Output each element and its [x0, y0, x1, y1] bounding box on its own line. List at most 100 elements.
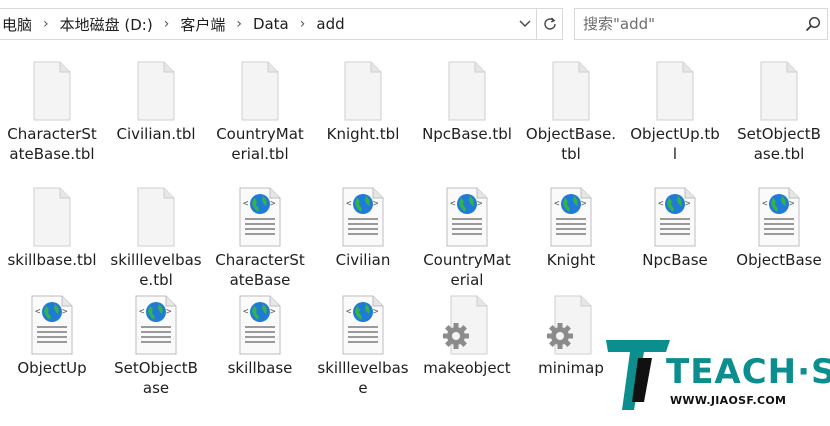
watermark-url: WWW.JIAOSF.COM: [670, 394, 787, 407]
breadcrumb: 电脑 › 本地磁盘 (D:) › 客户端 › Data › add: [0, 9, 514, 39]
file-name: ObjectBase: [736, 251, 822, 269]
svg-text:>: >: [270, 307, 276, 317]
blank-file-icon: [28, 60, 76, 122]
file-item[interactable]: Civilian.tbl: [107, 60, 205, 144]
breadcrumb-client[interactable]: 客户端: [178, 14, 227, 35]
breadcrumb-computer[interactable]: 电脑: [0, 14, 34, 35]
file-name: CharacterStateBase: [215, 251, 305, 289]
blank-file-icon: [339, 60, 387, 122]
file-item[interactable]: < > skillbase: [211, 294, 309, 378]
file-item[interactable]: Knight.tbl: [314, 60, 412, 144]
file-item[interactable]: ObjectBase.tbl: [522, 60, 620, 164]
web-document-icon: < >: [236, 186, 284, 248]
file-name: ObjectUp: [17, 359, 87, 377]
address-history-button[interactable]: [514, 9, 536, 39]
file-name: Civilian: [335, 251, 391, 269]
file-name: CharacterStateBase.tbl: [7, 125, 97, 163]
svg-text:>: >: [373, 307, 379, 317]
file-item[interactable]: < > Knight: [522, 186, 620, 270]
file-name: skillbase: [227, 359, 293, 377]
web-document-icon: < >: [339, 186, 387, 248]
file-item[interactable]: < > skilllevelbase: [314, 294, 412, 398]
blank-file-icon: [547, 60, 595, 122]
file-item[interactable]: CountryMaterial.tbl: [211, 60, 309, 164]
chevron-down-icon: [519, 20, 531, 27]
web-document-icon: < >: [132, 294, 180, 356]
web-document-icon: < >: [339, 294, 387, 356]
breadcrumb-data[interactable]: Data: [251, 15, 291, 33]
file-item[interactable]: ObjectUp.tbl: [626, 60, 724, 164]
chevron-right-icon[interactable]: ›: [227, 16, 251, 32]
blank-file-icon: [132, 60, 180, 122]
file-item[interactable]: skilllevelbase.tbl: [107, 186, 205, 290]
breadcrumb-add[interactable]: add: [314, 15, 346, 33]
svg-text:<: <: [554, 199, 560, 209]
file-item[interactable]: < > CharacterStateBase: [211, 186, 309, 290]
file-name: ObjectBase.tbl: [525, 125, 617, 163]
file-name: NpcBase.tbl: [422, 125, 512, 143]
file-name: CountryMaterial.tbl: [216, 125, 304, 163]
blank-file-icon: [132, 186, 180, 248]
file-item[interactable]: < > SetObjectBase: [107, 294, 205, 398]
file-name: skillbase.tbl: [7, 251, 97, 269]
svg-text:<: <: [139, 307, 145, 317]
address-bar[interactable]: 电脑 › 本地磁盘 (D:) › 客户端 › Data › add: [0, 8, 563, 40]
file-item[interactable]: CharacterStateBase.tbl: [3, 60, 101, 164]
svg-text:>: >: [62, 307, 68, 317]
web-document-icon: < >: [236, 294, 284, 356]
svg-text:<: <: [243, 199, 249, 209]
file-name: skilllevelbase: [317, 359, 409, 397]
chevron-right-icon[interactable]: ›: [34, 16, 58, 32]
file-item[interactable]: < > ObjectUp: [3, 294, 101, 378]
file-item[interactable]: SetObjectBase.tbl: [730, 60, 828, 164]
file-name: CountryMaterial: [423, 251, 511, 289]
file-item[interactable]: makeobject: [418, 294, 516, 378]
file-item[interactable]: < > Civilian: [314, 186, 412, 270]
refresh-button[interactable]: [536, 9, 562, 39]
svg-text:<: <: [346, 307, 352, 317]
breadcrumb-drive-d[interactable]: 本地磁盘 (D:): [58, 14, 155, 35]
svg-text:>: >: [166, 307, 172, 317]
chevron-right-icon[interactable]: ›: [291, 16, 315, 32]
blank-file-icon: [443, 60, 491, 122]
web-document-icon: < >: [755, 186, 803, 248]
svg-text:<: <: [658, 199, 664, 209]
file-name: Civilian.tbl: [116, 125, 196, 143]
web-document-icon: < >: [443, 186, 491, 248]
file-name: makeobject: [423, 359, 511, 377]
blank-file-icon: [236, 60, 284, 122]
blank-file-icon: [28, 186, 76, 248]
search-input[interactable]: [583, 15, 799, 33]
file-name: SetObjectBase.tbl: [737, 125, 821, 163]
svg-text:<: <: [450, 199, 456, 209]
watermark-logo: TEACH·SF WWW.JIAOSF.COM: [604, 336, 830, 416]
chevron-right-icon[interactable]: ›: [155, 16, 179, 32]
web-document-icon: < >: [651, 186, 699, 248]
executable-gear-icon: [443, 294, 491, 356]
file-name: NpcBase: [642, 251, 708, 269]
search-box[interactable]: [574, 8, 828, 40]
file-name: ObjectUp.tbl: [630, 125, 720, 163]
refresh-icon: [543, 17, 556, 30]
file-item[interactable]: < > CountryMaterial: [418, 186, 516, 290]
file-item[interactable]: NpcBase.tbl: [418, 60, 516, 144]
svg-text:>: >: [477, 199, 483, 209]
file-item[interactable]: < > ObjectBase: [730, 186, 828, 270]
svg-text:>: >: [373, 199, 379, 209]
svg-text:>: >: [270, 199, 276, 209]
svg-text:<: <: [243, 307, 249, 317]
file-item[interactable]: < > NpcBase: [626, 186, 724, 270]
file-name: skilllevelbase.tbl: [110, 251, 202, 289]
svg-text:<: <: [762, 199, 768, 209]
search-icon[interactable]: [799, 16, 827, 32]
file-name: SetObjectBase: [114, 359, 198, 397]
web-document-icon: < >: [547, 186, 595, 248]
blank-file-icon: [755, 60, 803, 122]
svg-text:<: <: [346, 199, 352, 209]
executable-gear-icon: [547, 294, 595, 356]
file-name: Knight: [546, 251, 596, 269]
file-item[interactable]: skillbase.tbl: [3, 186, 101, 270]
svg-text:>: >: [685, 199, 691, 209]
file-name: Knight.tbl: [326, 125, 400, 143]
svg-text:>: >: [789, 199, 795, 209]
